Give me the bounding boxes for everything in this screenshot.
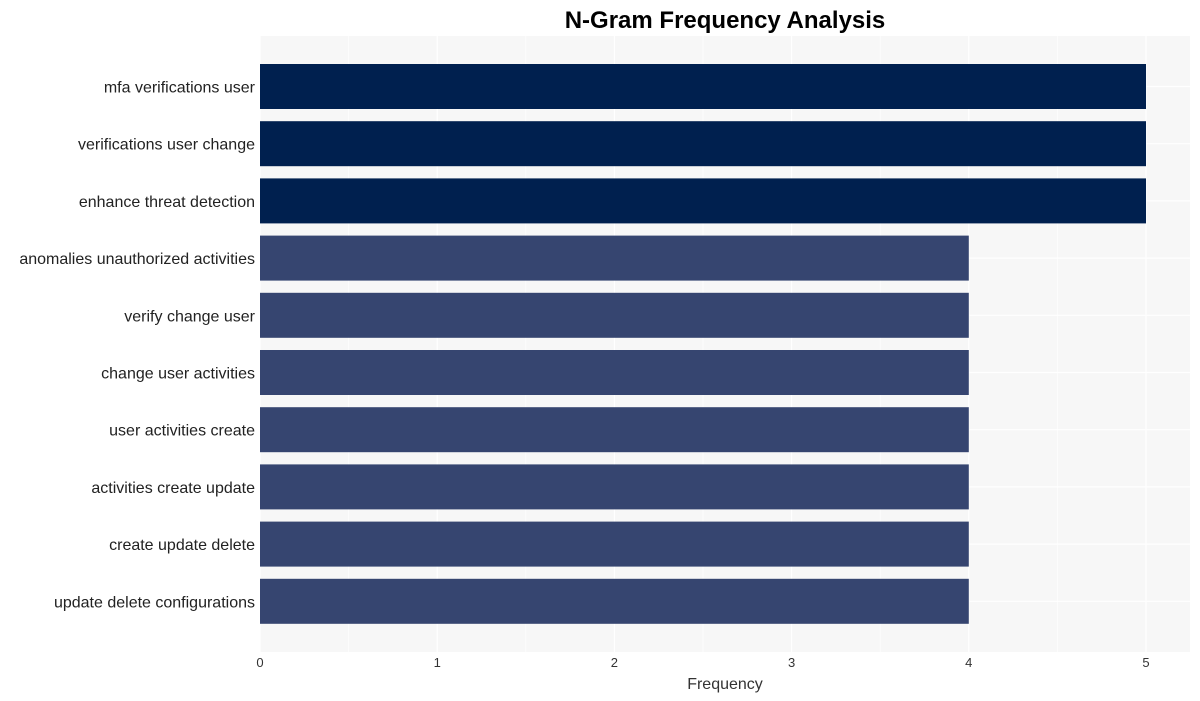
x-axis-label: Frequency	[687, 676, 763, 693]
category-label: enhance threat detection	[79, 194, 255, 211]
bar	[260, 578, 969, 624]
bar	[260, 121, 1146, 167]
category-label: activities create update	[91, 480, 255, 497]
category-label: anomalies unauthorized activities	[19, 251, 255, 268]
category-label: user activities create	[109, 423, 255, 440]
x-tick-label: 4	[965, 655, 972, 670]
x-tick-label: 2	[611, 655, 618, 670]
x-tick-label: 0	[256, 655, 263, 670]
category-label: update delete configurations	[54, 594, 255, 611]
category-label: verifications user change	[78, 137, 255, 154]
bar	[260, 521, 969, 567]
category-labels: mfa verifications user verifications user…	[19, 80, 255, 612]
category-label: mfa verifications user	[104, 80, 256, 97]
bar	[260, 64, 1146, 109]
x-tick-label: 1	[434, 655, 441, 670]
chart-title: N-Gram Frequency Analysis	[565, 7, 886, 34]
bar	[260, 178, 1146, 224]
bar	[260, 235, 969, 281]
ngram-bar-chart: mfa verifications user verifications user…	[19, 7, 1190, 693]
x-tick-label: 3	[788, 655, 795, 670]
x-axis-ticks: 0 1 2 3 4 5	[256, 655, 1149, 670]
bar	[260, 464, 969, 510]
bar	[260, 292, 969, 338]
x-tick-label: 5	[1142, 655, 1149, 670]
bar	[260, 350, 969, 395]
category-label: change user activities	[101, 366, 255, 383]
bar	[260, 407, 969, 453]
category-label: verify change user	[124, 308, 255, 325]
category-label: create update delete	[109, 537, 255, 554]
